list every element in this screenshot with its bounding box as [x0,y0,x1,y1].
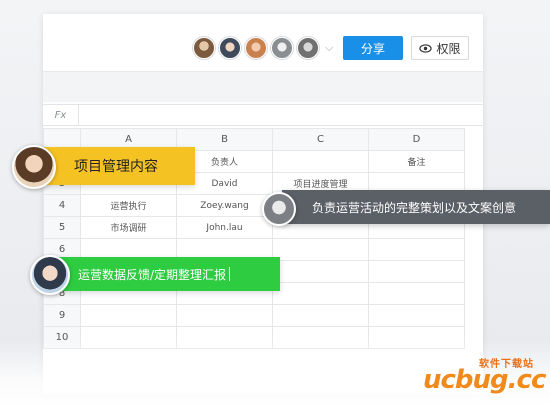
text-cursor [229,267,231,281]
callout-operations-planning: 负责运营活动的完整策划以及文案创意 [282,190,550,224]
column-header[interactable]: C [272,128,369,151]
row-header[interactable]: 9 [43,304,81,327]
avatar[interactable] [219,37,241,59]
cell[interactable]: 备注 [368,150,465,173]
watermark-main-text: ucbug.cc [423,365,546,395]
row-header[interactable]: 10 [43,326,81,349]
share-button[interactable]: 分享 [343,36,403,60]
fx-label: Fx [43,105,79,125]
cell[interactable] [368,282,465,305]
avatar [12,145,56,189]
cell[interactable] [80,326,177,349]
cell[interactable] [368,260,465,283]
cell[interactable]: 运营执行 [80,194,177,217]
cell[interactable] [176,304,273,327]
callout-text: 项目管理内容 [74,159,158,175]
watermark-logo: 软件下载站 ucbug.cc [423,355,546,401]
toolbar [43,72,483,102]
cell[interactable]: 市场调研 [80,216,177,239]
column-header[interactable]: D [368,128,465,151]
cell[interactable]: John.lau [176,216,273,239]
cell[interactable] [80,304,177,327]
callout-text: 负责运营活动的完整策划以及文案创意 [312,200,517,215]
avatar [30,255,70,295]
cell[interactable] [272,150,369,173]
avatar[interactable] [271,37,293,59]
cell[interactable]: Zoey.wang [176,194,273,217]
callout-text: 运营数据反馈/定期整理汇报 [78,267,227,282]
collaborator-avatars[interactable]: ⌵ [193,36,333,60]
avatar [262,192,296,226]
avatar[interactable] [297,37,319,59]
formula-bar[interactable]: Fx [43,104,483,126]
table-row: 10 [43,326,465,349]
permission-button[interactable]: 权限 [411,36,469,60]
chevron-down-icon[interactable]: ⌵ [325,41,333,55]
avatar[interactable] [193,37,215,59]
cell[interactable] [368,238,465,261]
row-header[interactable]: 4 [43,194,81,217]
row-header[interactable]: 5 [43,216,81,239]
cell[interactable] [272,326,369,349]
cell[interactable] [176,326,273,349]
table-row: 9 [43,304,465,327]
cell[interactable] [368,326,465,349]
cell[interactable] [272,304,369,327]
top-bar: ⌵ 分享 权限 [43,14,483,72]
cell[interactable] [368,304,465,327]
cell[interactable] [272,282,369,305]
cell[interactable] [272,260,369,283]
eye-icon [419,43,433,53]
cell[interactable] [272,238,369,261]
avatar[interactable] [245,37,267,59]
permission-label: 权限 [436,41,461,56]
callout-data-report[interactable]: 运营数据反馈/定期整理汇报 [48,257,280,291]
